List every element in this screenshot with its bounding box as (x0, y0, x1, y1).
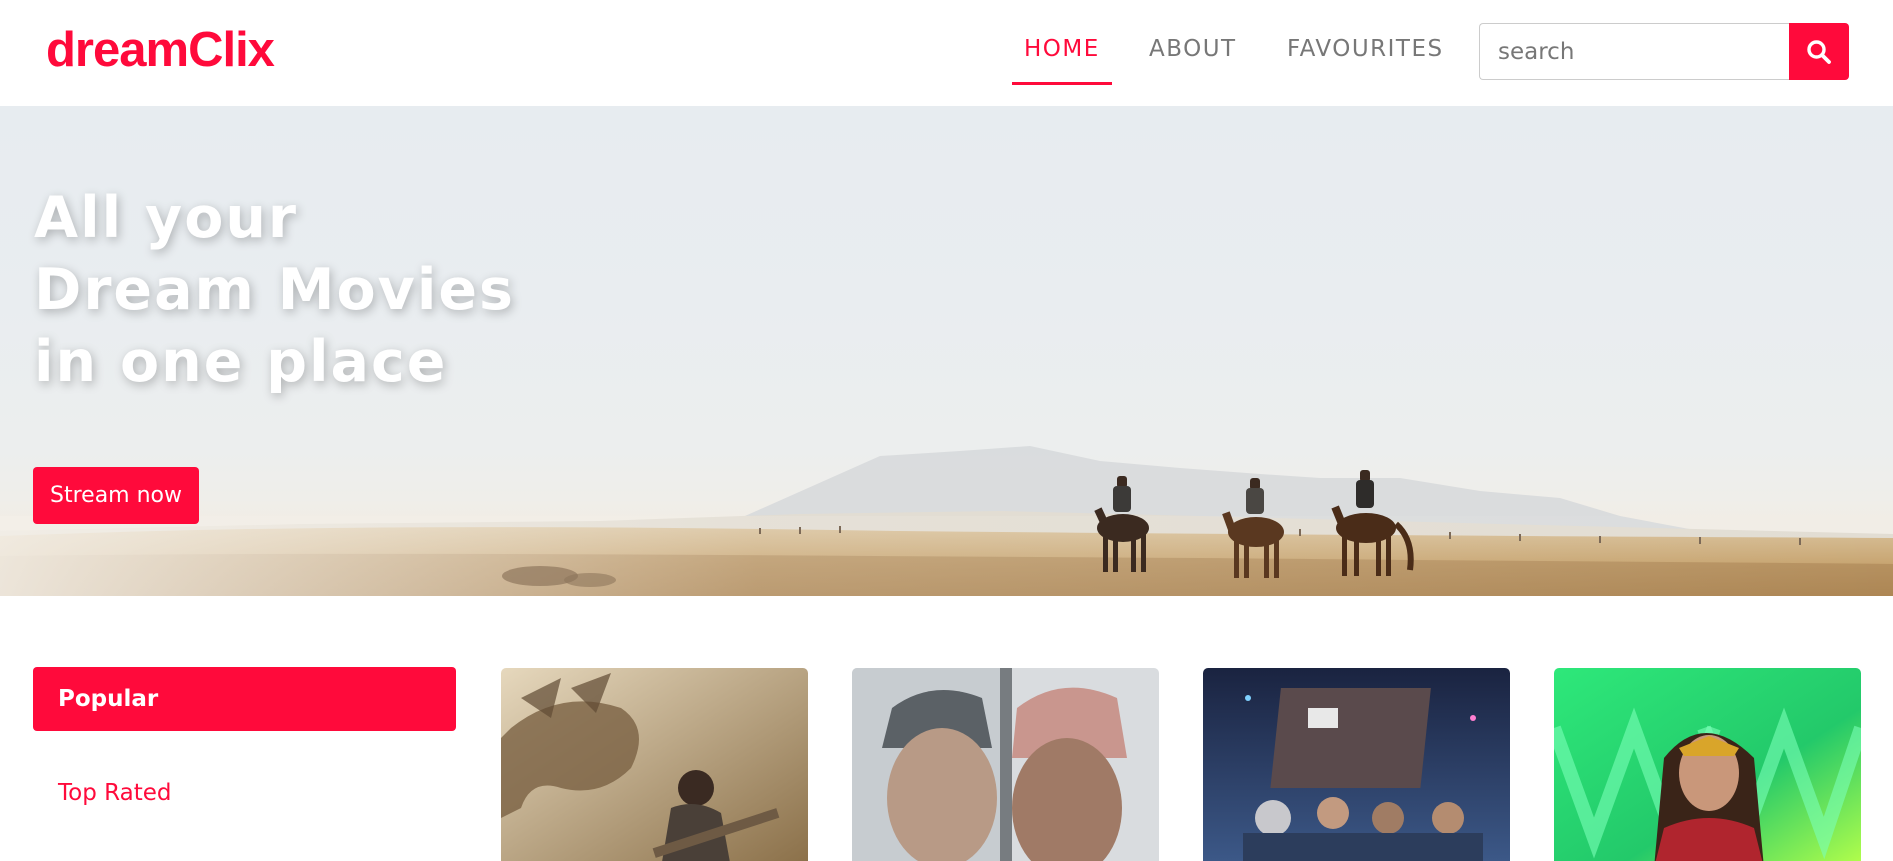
nav-link-about[interactable]: ABOUT (1137, 36, 1249, 82)
search-bar (1479, 23, 1849, 80)
nav-link-home[interactable]: HOME (1012, 36, 1112, 85)
movie-card[interactable] (1203, 668, 1510, 861)
movie-card[interactable] (852, 668, 1159, 861)
search-icon (1807, 39, 1831, 64)
movie-poster-image (501, 668, 808, 861)
hero-title-line: in one place (34, 329, 448, 395)
hero-title-line: All your (34, 185, 299, 251)
category-sidebar: Popular Top Rated (33, 667, 456, 825)
nav-link-favourites[interactable]: FAVOURITES (1275, 36, 1456, 82)
hero-banner: All your Dream Movies in one place Strea… (0, 106, 1893, 596)
movie-poster-image (852, 668, 1159, 861)
search-button[interactable] (1789, 23, 1849, 80)
hero-title: All your Dream Movies in one place (34, 182, 515, 398)
movie-card[interactable] (1554, 668, 1861, 861)
navbar: dreamClix HOME ABOUT FAVOURITES (0, 0, 1893, 106)
movie-card[interactable] (501, 668, 808, 861)
movie-poster-image (1554, 668, 1861, 861)
category-top-rated[interactable]: Top Rated (33, 761, 456, 825)
category-popular[interactable]: Popular (33, 667, 456, 731)
movie-poster-image (1203, 668, 1510, 861)
brand-logo[interactable]: dreamClix (46, 22, 275, 78)
stream-now-button[interactable]: Stream now (33, 467, 199, 524)
hero-title-line: Dream Movies (34, 257, 515, 323)
search-input[interactable] (1479, 23, 1789, 80)
